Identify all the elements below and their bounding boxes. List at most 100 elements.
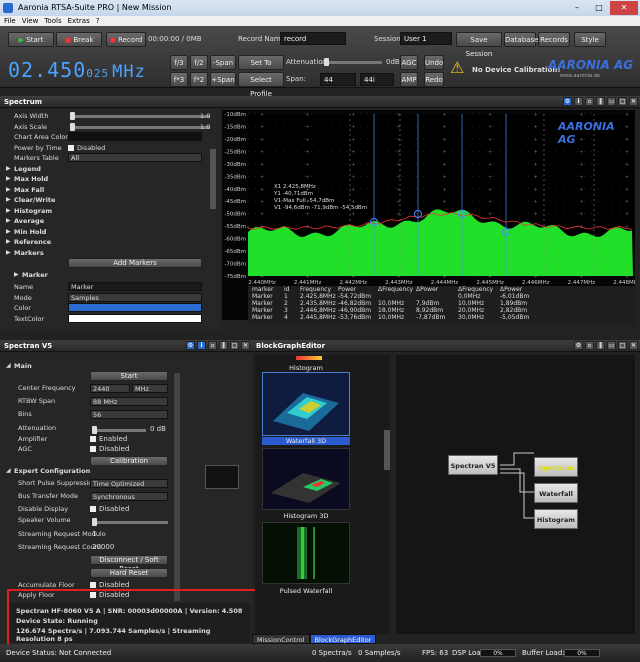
spectrum-prop-15[interactable]: ▶ Marker bbox=[0, 270, 220, 280]
device-scrollbar[interactable] bbox=[174, 373, 180, 601]
node-waterfall[interactable]: Waterfall bbox=[534, 483, 578, 503]
menu-file[interactable]: File bbox=[4, 16, 16, 26]
settings-gear-icon[interactable]: ⚙ bbox=[563, 97, 572, 106]
amp-button[interactable]: AMP bbox=[400, 72, 418, 87]
menu-view[interactable]: View bbox=[22, 16, 39, 26]
spectrum-prop-7[interactable]: ▶ Max Fall bbox=[0, 185, 220, 195]
prop-select[interactable]: All bbox=[68, 153, 202, 162]
maximize-icon[interactable]: □ bbox=[618, 97, 627, 106]
tab-missioncontrol[interactable]: MissionControl bbox=[252, 634, 310, 644]
bus-transfer-select[interactable]: Synchronous bbox=[90, 492, 168, 501]
f-div-3-button[interactable]: f/3 bbox=[170, 55, 188, 70]
close-icon[interactable]: ✕ bbox=[629, 341, 638, 350]
color-swatch[interactable] bbox=[68, 303, 202, 312]
maximize-icon[interactable]: □ bbox=[618, 341, 627, 350]
streaming-modulo-value[interactable]: 1 bbox=[92, 528, 96, 540]
prop-text-input[interactable]: Marker bbox=[68, 282, 202, 291]
span-value-select[interactable]: 44 bbox=[320, 73, 356, 86]
float-icon[interactable]: ▭ bbox=[607, 341, 616, 350]
menu-help[interactable]: ? bbox=[96, 16, 100, 26]
attenuation-slider[interactable] bbox=[322, 58, 382, 66]
f-div-2-button[interactable]: f/2 bbox=[190, 55, 208, 70]
close-button[interactable]: ✕ bbox=[610, 1, 638, 15]
set-to-cursor-button[interactable]: Set To Cursor bbox=[238, 55, 284, 81]
minimize-button[interactable]: – bbox=[566, 1, 588, 15]
node-spectranv5[interactable]: Spectran V5 bbox=[448, 455, 498, 475]
spectrum-prop-9[interactable]: ▶ Histogram bbox=[0, 206, 220, 216]
streaming-count-value[interactable]: 20000 bbox=[92, 541, 114, 553]
frequency-display[interactable]: 02.450025 MHz bbox=[8, 58, 146, 82]
session-select[interactable]: User 1 bbox=[400, 32, 452, 45]
add-markers-button[interactable]: Add Markers bbox=[68, 258, 202, 268]
pause-icon[interactable]: ‖ bbox=[596, 97, 605, 106]
pause-icon[interactable]: ‖ bbox=[596, 341, 605, 350]
prop-slider[interactable] bbox=[70, 122, 210, 131]
color-picker[interactable] bbox=[68, 132, 202, 141]
disconnect-button[interactable]: Disconnect / Soft Reset bbox=[90, 555, 168, 573]
disable-display-checkbox[interactable]: Disabled bbox=[90, 503, 129, 515]
pause-icon[interactable]: ‖ bbox=[219, 341, 228, 350]
database-button[interactable]: Database bbox=[504, 32, 538, 47]
palette-scrollbar[interactable] bbox=[384, 430, 390, 470]
span-minus-button[interactable]: -Span bbox=[210, 55, 236, 70]
float-icon[interactable]: ▭ bbox=[607, 97, 616, 106]
close-icon[interactable]: ✕ bbox=[241, 341, 250, 350]
break-button[interactable]: ■ Break bbox=[56, 32, 102, 47]
spectrum-prop-11[interactable]: ▶ Min Hold bbox=[0, 227, 220, 237]
pin-icon[interactable]: i bbox=[574, 97, 583, 106]
span-plus-button[interactable]: +Span bbox=[210, 72, 236, 87]
agc-checkbox[interactable]: Disabled bbox=[90, 443, 129, 455]
select-profile-button[interactable]: Select Profile bbox=[238, 72, 284, 98]
spectrum-prop-10[interactable]: ▶ Average bbox=[0, 216, 220, 226]
settings-gear-icon[interactable]: ⚙ bbox=[574, 341, 583, 350]
prop-checkbox[interactable]: Disabled bbox=[68, 143, 105, 153]
redo-button[interactable]: Redo bbox=[424, 72, 444, 87]
records-button[interactable]: Records bbox=[538, 32, 570, 47]
lock-icon[interactable]: ▫ bbox=[585, 341, 594, 350]
bins-select[interactable]: 56 bbox=[90, 410, 168, 419]
slider-knob[interactable] bbox=[70, 112, 75, 120]
node-histogram[interactable]: Histogram bbox=[534, 509, 578, 529]
f-mul-2-button[interactable]: f*2 bbox=[190, 72, 208, 87]
lock-icon[interactable]: ▫ bbox=[208, 341, 217, 350]
properties-scrollbar[interactable] bbox=[210, 149, 216, 209]
spectrum-prop-8[interactable]: ▶ Clear/Write bbox=[0, 195, 220, 205]
save-session-button[interactable]: Save Session bbox=[456, 32, 502, 58]
start-button[interactable]: ▶ Start bbox=[8, 32, 54, 47]
slider-knob[interactable] bbox=[70, 122, 75, 131]
maximize-button[interactable]: □ bbox=[588, 1, 610, 15]
record-button[interactable]: ● Record bbox=[106, 32, 146, 47]
short-pulse-select[interactable]: Time Optimized bbox=[90, 479, 168, 488]
calibration-button[interactable]: Calibration bbox=[90, 456, 168, 466]
settings-gear-icon[interactable]: ⚙ bbox=[186, 341, 195, 350]
thumb-histogram3d[interactable] bbox=[262, 448, 350, 510]
slider-knob[interactable] bbox=[324, 58, 329, 66]
thumb-waterfall3d[interactable] bbox=[262, 372, 350, 436]
menu-extras[interactable]: Extras bbox=[68, 16, 90, 26]
span-unit-select[interactable]: 44i bbox=[360, 73, 394, 86]
record-name-input[interactable]: record bbox=[280, 32, 346, 45]
tab-blockgrapheditor[interactable]: BlockGraphEditor bbox=[309, 634, 377, 644]
prop-select[interactable]: Samples bbox=[68, 292, 202, 302]
slider-knob[interactable] bbox=[92, 518, 97, 526]
spectrum-prop-12[interactable]: ▶ Reference bbox=[0, 237, 220, 247]
main-section[interactable]: ◢ Main bbox=[0, 361, 252, 371]
node-spectrum[interactable]: Spectrum bbox=[534, 457, 578, 477]
rtbw-span-select[interactable]: 88 MHz bbox=[90, 397, 168, 406]
style-button[interactable]: Style bbox=[574, 32, 606, 47]
device-attenuation-slider[interactable] bbox=[92, 426, 146, 434]
speaker-volume-slider[interactable] bbox=[92, 518, 168, 526]
lock-icon[interactable]: ▫ bbox=[585, 97, 594, 106]
maximize-icon[interactable]: □ bbox=[230, 341, 239, 350]
agc-button[interactable]: AGC bbox=[400, 55, 418, 70]
prop-slider[interactable] bbox=[70, 112, 210, 120]
device-start-button[interactable]: Start bbox=[90, 371, 168, 381]
menu-tools[interactable]: Tools bbox=[44, 16, 61, 26]
center-unit-select[interactable]: MHz bbox=[132, 384, 168, 393]
undo-button[interactable]: Undo bbox=[424, 55, 444, 70]
spectrum-prop-5[interactable]: ▶ Legend bbox=[0, 164, 220, 174]
block-graph-canvas[interactable]: Spectran V5 Spectrum Waterfall Histogram bbox=[396, 355, 635, 634]
spectrum-prop-13[interactable]: ▶ Markers bbox=[0, 248, 220, 258]
hard-reset-button[interactable]: Hard Reset bbox=[90, 568, 168, 578]
f-mul-3-button[interactable]: f*3 bbox=[170, 72, 188, 87]
